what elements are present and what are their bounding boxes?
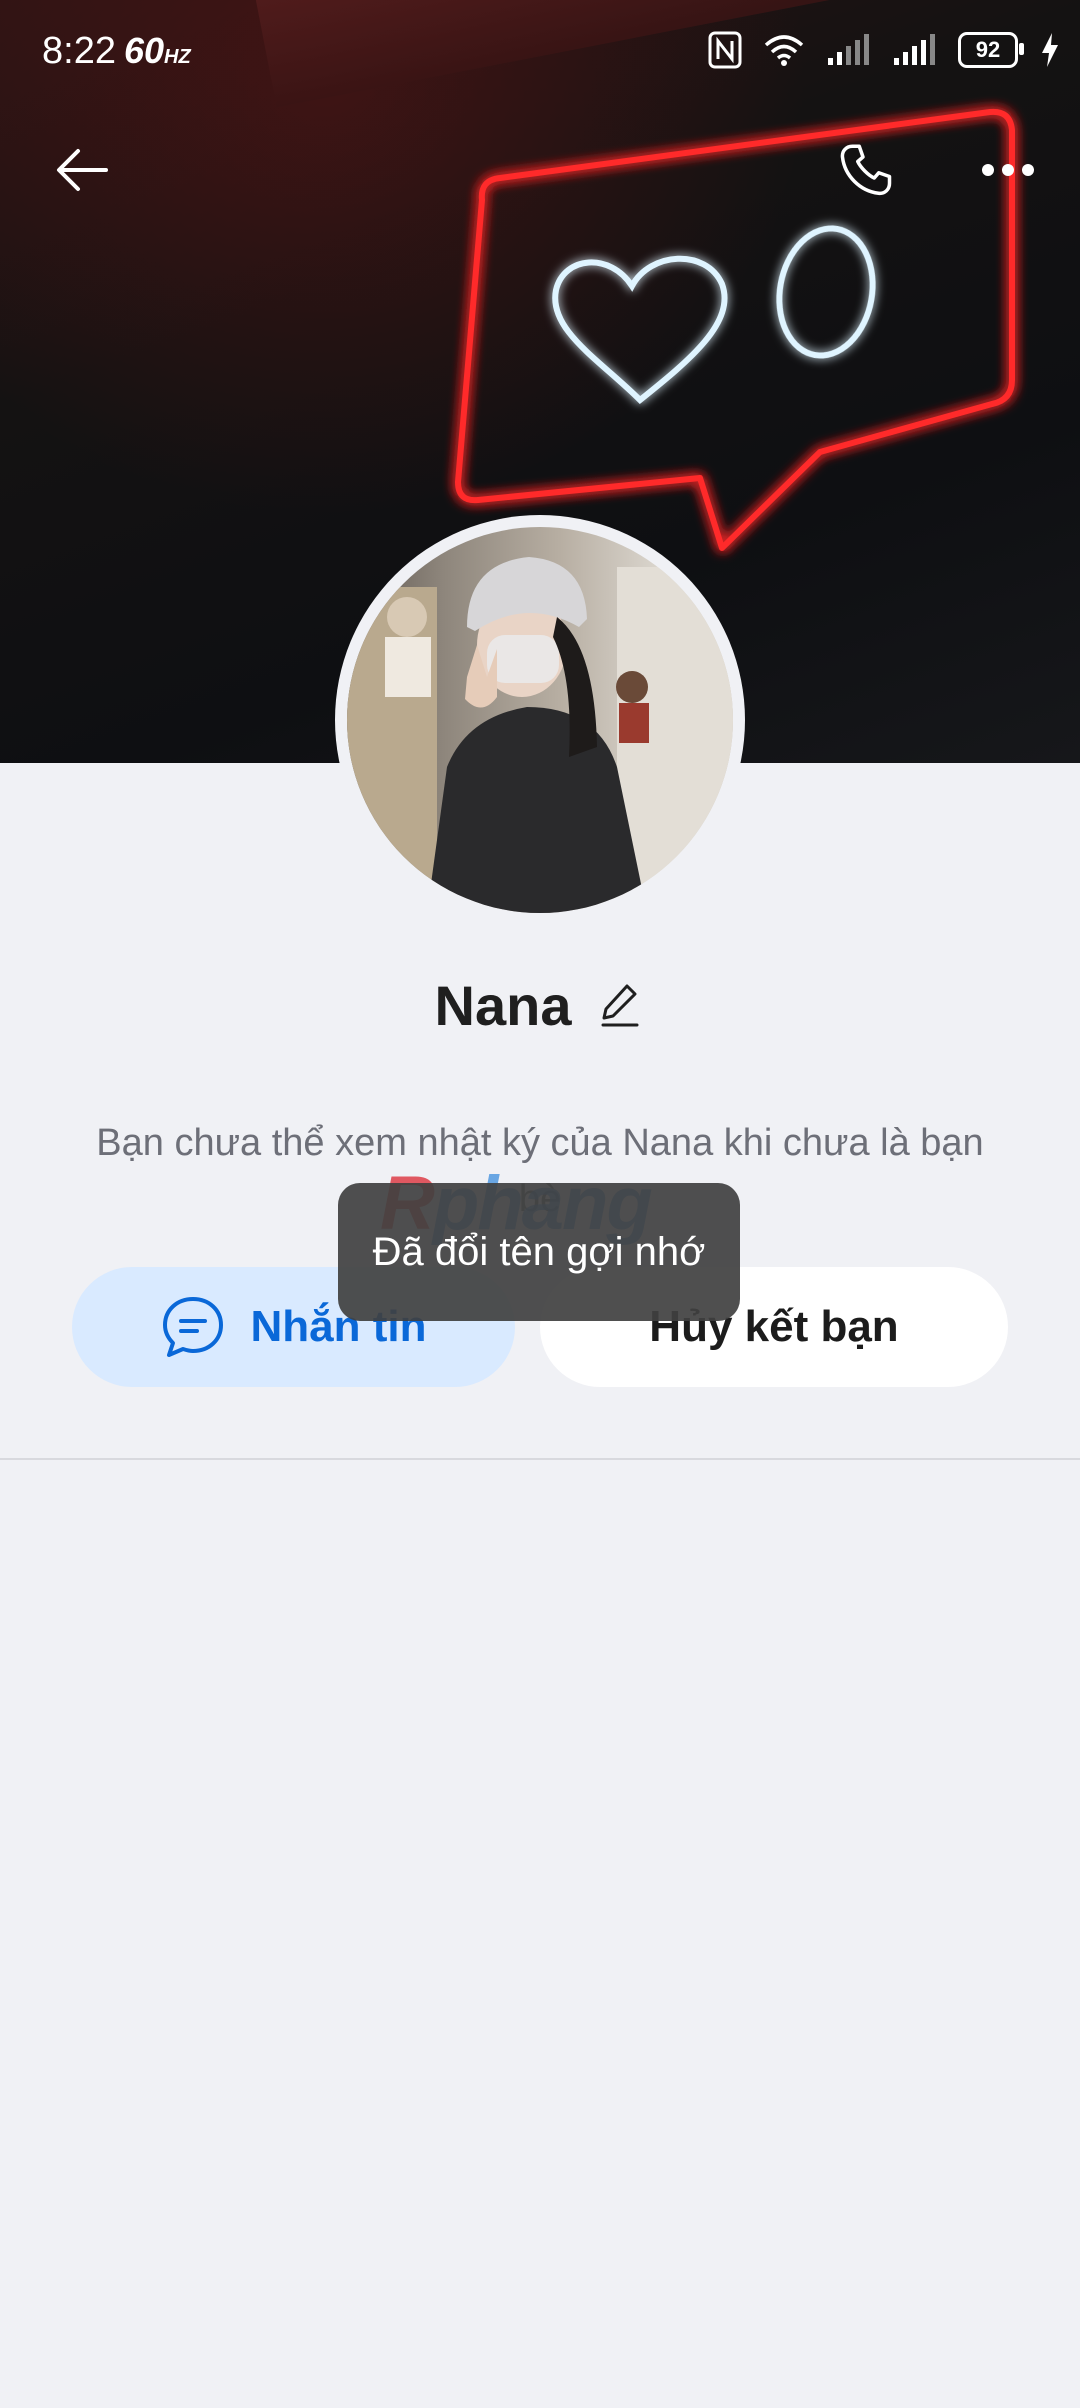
more-horizontal-icon bbox=[982, 164, 1034, 176]
charging-icon bbox=[1042, 33, 1058, 67]
nfc-icon bbox=[708, 31, 742, 69]
chat-bubble-icon bbox=[162, 1297, 223, 1357]
pencil-icon bbox=[601, 984, 639, 1027]
avatar-illustration bbox=[347, 557, 733, 913]
refresh-rate-unit: HZ bbox=[164, 46, 191, 68]
profile-name: Nana bbox=[434, 973, 572, 1037]
toast-message: Đã đổi tên gợi nhớ bbox=[338, 1183, 740, 1321]
signal-icon bbox=[828, 34, 869, 65]
arrow-left-icon bbox=[57, 149, 108, 191]
battery-level: 92 bbox=[975, 37, 1001, 62]
battery-icon: 92 bbox=[958, 32, 1024, 68]
back-button[interactable] bbox=[32, 120, 132, 220]
edit-name-button[interactable] bbox=[595, 980, 645, 1030]
signal-icon bbox=[894, 34, 935, 65]
phone-icon bbox=[840, 144, 892, 196]
avatar[interactable] bbox=[335, 515, 745, 925]
toast-text: Đã đổi tên gợi nhớ bbox=[372, 1229, 706, 1274]
more-button[interactable] bbox=[958, 120, 1058, 220]
section-divider bbox=[0, 1458, 1080, 1460]
avatar-photo bbox=[347, 527, 733, 913]
refresh-rate: 60HZ bbox=[124, 30, 191, 72]
wifi-icon bbox=[764, 35, 804, 66]
profile-name-row: Nana bbox=[0, 965, 1080, 1045]
call-button[interactable] bbox=[816, 120, 916, 220]
status-time: 8:22 bbox=[42, 30, 116, 72]
status-bar: 8:22 60HZ 92 bbox=[0, 0, 1080, 100]
top-bar bbox=[0, 120, 1080, 220]
refresh-rate-value: 60 bbox=[124, 30, 165, 71]
